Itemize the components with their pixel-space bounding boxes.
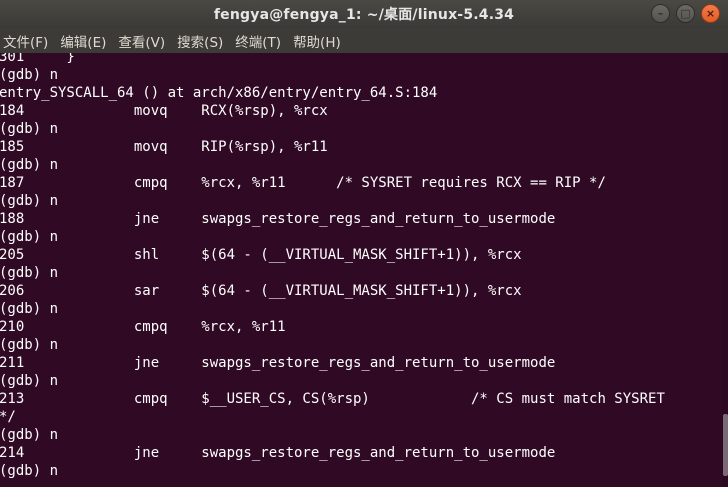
maximize-button[interactable]: □	[676, 4, 695, 23]
terminal-line: 213 cmpq $__USER_CS, CS(%rsp) /* CS must…	[0, 391, 665, 407]
terminal-line: 205 shl $(64 - (__VIRTUAL_MASK_SHIFT+1))…	[0, 247, 522, 263]
close-button[interactable]: ×	[701, 4, 720, 23]
terminal-line: (gdb) n	[0, 67, 59, 83]
window-controls: – □ ×	[651, 4, 720, 23]
terminal-line: (gdb) n	[0, 229, 59, 245]
terminal-line: 210 cmpq %rcx, %r11	[0, 319, 286, 335]
terminal-line: entry_SYSCALL_64 () at arch/x86/entry/en…	[0, 85, 438, 101]
terminal-lines: 301 } (gdb) n entry_SYSCALL_64 () at arch/…	[0, 53, 665, 480]
terminal-line: 211 jne swapgs_restore_regs_and_return_t…	[0, 355, 556, 371]
terminal-output[interactable]: 301 } (gdb) n entry_SYSCALL_64 () at arch/…	[0, 53, 722, 487]
terminal-line: (gdb) n	[0, 157, 59, 173]
terminal-line: 301 }	[0, 53, 75, 65]
terminal-line: 188 jne swapgs_restore_regs_and_return_t…	[0, 211, 556, 227]
terminal-line: (gdb) n	[0, 427, 59, 443]
terminal-line: 206 sar $(64 - (__VIRTUAL_MASK_SHIFT+1))…	[0, 283, 522, 299]
menu-terminal[interactable]: 终端(T)	[230, 31, 288, 51]
menu-view[interactable]: 查看(V)	[113, 31, 172, 51]
terminal-line: 185 movq RIP(%rsp), %r11	[0, 139, 328, 155]
terminal-line: (gdb) n	[0, 301, 59, 317]
terminal-line: (gdb) n	[0, 337, 59, 353]
title-bar[interactable]: fengya@fengya_1: ~/桌面/linux-5.4.34 – □ ×	[0, 0, 728, 28]
terminal-line: 214 jne swapgs_restore_regs_and_return_t…	[0, 445, 556, 461]
menu-bar: 文件(F) 编辑(E) 查看(V) 搜索(S) 终端(T) 帮助(H)	[0, 28, 728, 53]
terminal-line: (gdb) n	[0, 193, 59, 209]
terminal-window: fengya@fengya_1: ~/桌面/linux-5.4.34 – □ ×…	[0, 0, 728, 487]
menu-file[interactable]: 文件(F)	[0, 31, 55, 51]
terminal-line: 187 cmpq %rcx, %r11 /* SYSRET requires R…	[0, 175, 606, 191]
minimize-button[interactable]: –	[651, 4, 670, 23]
terminal-line: 184 movq RCX(%rsp), %rcx	[0, 103, 328, 119]
scrollbar-thumb[interactable]	[723, 414, 728, 476]
terminal-line: (gdb) n	[0, 121, 59, 137]
menu-search[interactable]: 搜索(S)	[172, 31, 230, 51]
terminal-line: (gdb) n	[0, 373, 59, 389]
menu-help[interactable]: 帮助(H)	[288, 31, 348, 51]
menu-edit[interactable]: 编辑(E)	[55, 31, 113, 51]
terminal-line: */	[0, 409, 16, 425]
terminal-line: (gdb) n	[0, 265, 59, 281]
window-title: fengya@fengya_1: ~/桌面/linux-5.4.34	[213, 7, 515, 23]
scrollbar[interactable]	[722, 53, 728, 487]
terminal-line: (gdb) n	[0, 463, 59, 479]
